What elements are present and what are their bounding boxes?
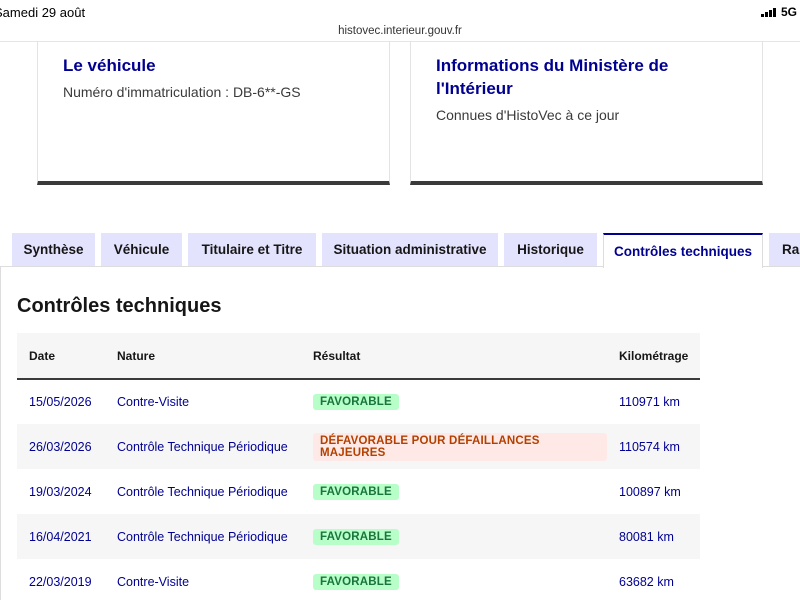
cell-resultat: FAVORABLE (301, 469, 607, 514)
cell-nature: Contrôle Technique Périodique (117, 529, 288, 544)
table-row: 26/03/2026 Contrôle Technique Périodique… (17, 424, 700, 469)
cell-date: 26/03/2026 (29, 439, 92, 454)
column-header-resultat: Résultat (313, 348, 361, 363)
cell-nature: Contrôle Technique Périodique (117, 484, 288, 499)
tab-rapport[interactable]: Rap (769, 233, 800, 266)
ministry-card-subtitle: Connues d'HistoVec à ce jour (436, 107, 620, 123)
tab-synthese[interactable]: Synthèse (12, 233, 95, 266)
vehicle-card: Le véhicule Numéro d'immatriculation : D… (37, 42, 390, 185)
url-text: histovec.interieur.gouv.fr (338, 25, 462, 37)
tab-controles-techniques[interactable]: Contrôles techniques (603, 233, 763, 268)
cell-kilometrage: 63682 km (619, 574, 674, 589)
cell-nature: Contre-Visite (117, 574, 190, 589)
cell-nature: Contre-Visite (117, 395, 190, 409)
table-row: 19/03/2024 Contrôle Technique Périodique… (17, 469, 700, 514)
cell-date: 19/03/2024 (29, 484, 92, 499)
column-header-nature: Nature (117, 348, 156, 363)
controles-techniques-panel: Contrôles techniques Date Nature Résulta… (0, 267, 800, 600)
result-badge: FAVORABLE (313, 394, 399, 410)
signal-icon (761, 7, 776, 17)
status-bar: Samedi 29 août 5G 2: (0, 0, 800, 24)
table-row: 15/05/2026 Contre-Visite FAVORABLE 11097… (17, 379, 700, 424)
tab-bar: Synthèse Véhicule Titulaire et Titre Sit… (0, 233, 800, 268)
cell-resultat: FAVORABLE (301, 559, 607, 600)
cell-kilometrage: 80081 km (619, 529, 674, 544)
table-row: 16/04/2021 Contrôle Technique Périodique… (17, 514, 700, 559)
cell-resultat: FAVORABLE (301, 379, 607, 424)
tab-situation-administrative[interactable]: Situation administrative (322, 233, 498, 266)
cell-kilometrage: 110574 km (619, 439, 680, 454)
cell-kilometrage: 110971 km (619, 395, 680, 409)
table-header-row: Date Nature Résultat Kilométrage (17, 333, 700, 379)
table-row: 22/03/2019 Contre-Visite FAVORABLE 63682… (17, 559, 700, 600)
cell-date: 22/03/2019 (29, 574, 92, 589)
section-title: Contrôles techniques (17, 295, 222, 317)
network-label: 5G (780, 5, 797, 19)
vehicle-card-title: Le véhicule (63, 56, 156, 75)
controles-table: Date Nature Résultat Kilométrage 15/05/2… (17, 333, 700, 600)
address-bar[interactable]: histovec.interieur.gouv.fr (0, 22, 800, 42)
result-badge: FAVORABLE (313, 483, 399, 500)
cell-date: 15/05/2026 (29, 395, 92, 409)
status-indicators: 5G 2: (761, 5, 800, 19)
column-header-date: Date (29, 348, 56, 363)
status-date: Samedi 29 août (0, 5, 86, 20)
tab-historique[interactable]: Historique (504, 233, 597, 266)
cell-resultat: FAVORABLE (301, 514, 607, 559)
ministry-card-title: Informations du Ministère de l'Intérieur (436, 56, 669, 98)
ministry-info-card: Informations du Ministère de l'Intérieur … (410, 42, 763, 185)
result-badge: DÉFAVORABLE POUR DÉFAILLANCES MAJEURES (313, 432, 607, 461)
registration-number: Numéro d'immatriculation : DB-6**-GS (63, 84, 301, 100)
tab-vehicule[interactable]: Véhicule (101, 233, 182, 266)
cell-nature: Contrôle Technique Périodique (117, 439, 288, 454)
result-badge: FAVORABLE (313, 573, 399, 590)
cell-resultat: DÉFAVORABLE POUR DÉFAILLANCES MAJEURES (301, 424, 607, 469)
cell-date: 16/04/2021 (29, 529, 92, 544)
tab-titulaire-titre[interactable]: Titulaire et Titre (188, 233, 316, 266)
cell-kilometrage: 100897 km (619, 484, 681, 499)
column-header-kilometrage: Kilométrage (619, 348, 689, 363)
result-badge: FAVORABLE (313, 528, 399, 545)
